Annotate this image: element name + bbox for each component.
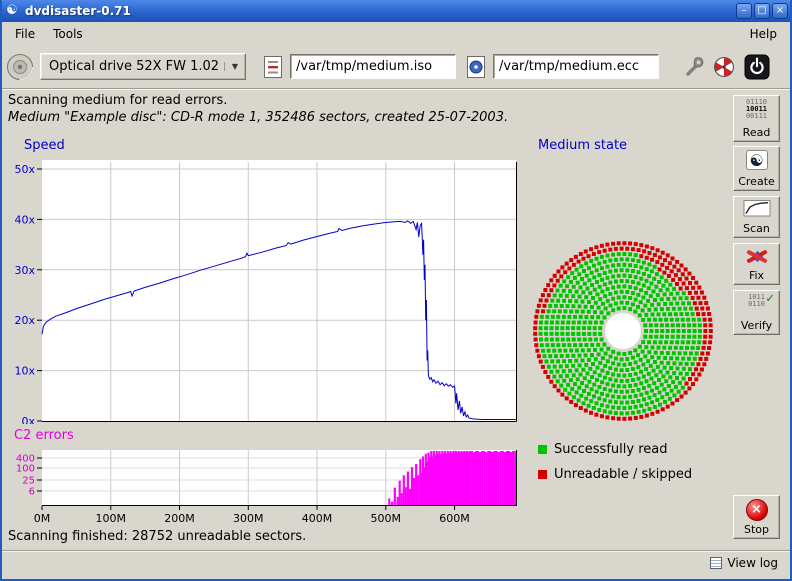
color-wheel-icon[interactable] — [713, 56, 735, 78]
c2-errors-chart: 4001002560M100M200M300M400M500M600M — [0, 444, 530, 528]
svg-text:25: 25 — [22, 476, 35, 487]
svg-text:30x: 30x — [14, 264, 35, 277]
app-window: ☯ dvdisaster-0.71 – □ × File Tools Help … — [0, 0, 792, 581]
legend-unreadable-label: Unreadable / skipped — [554, 467, 692, 482]
binary-read-icon: 01110 10011 00111 — [746, 99, 767, 120]
legend-successful: Successfully read — [538, 442, 667, 457]
maximize-button[interactable]: □ — [754, 3, 770, 19]
drive-icon-button[interactable] — [6, 53, 34, 81]
scan-button[interactable]: Scan — [733, 196, 780, 238]
svg-text:0M: 0M — [34, 512, 51, 525]
verify-button-label: Verify — [741, 320, 772, 332]
create-button-label: Create — [738, 176, 775, 188]
drive-select-value: Optical drive 52X FW 1.02 — [49, 59, 224, 74]
fix-tools-icon — [744, 247, 770, 266]
green-swatch-icon — [538, 445, 547, 454]
ecc-file-icon — [465, 55, 487, 79]
toolbar-separator — [0, 88, 792, 90]
legend-successful-label: Successfully read — [554, 442, 667, 457]
statusbar-separator — [0, 550, 792, 552]
app-yinyang-icon: ☯ — [4, 3, 20, 19]
svg-text:400M: 400M — [302, 512, 333, 525]
read-button[interactable]: 01110 10011 00111 Read — [733, 95, 780, 142]
svg-text:6: 6 — [29, 487, 35, 498]
red-swatch-icon — [538, 470, 547, 479]
stop-button[interactable]: × Stop — [733, 495, 780, 539]
svg-text:40x: 40x — [14, 213, 35, 226]
scan-result-text: Scanning finished: 28752 unreadable sect… — [8, 529, 306, 544]
svg-text:100: 100 — [16, 464, 35, 475]
view-log-button[interactable]: View log — [710, 556, 778, 570]
yin-yang-icon: ☯ — [746, 150, 768, 170]
view-log-label: View log — [727, 556, 778, 570]
fix-button-label: Fix — [749, 270, 764, 282]
svg-text:600M: 600M — [439, 512, 470, 525]
log-window-icon — [710, 557, 722, 569]
legend-unreadable: Unreadable / skipped — [538, 467, 692, 482]
scan-button-label: Scan — [743, 223, 770, 235]
image-file-icon — [262, 55, 284, 79]
stop-x-icon: × — [746, 499, 768, 521]
speed-chart-title: Speed — [24, 138, 65, 153]
medium-state-title: Medium state — [538, 138, 627, 153]
c2-errors-chart-title: C2 errors — [14, 428, 74, 443]
menu-tools[interactable]: Tools — [44, 24, 92, 44]
status-line-action: Scanning medium for read errors. — [8, 93, 227, 108]
check-icon: ✓ — [766, 295, 774, 302]
svg-text:200M: 200M — [164, 512, 195, 525]
svg-text:20x: 20x — [14, 314, 35, 327]
create-button[interactable]: ☯ Create — [733, 146, 780, 191]
verify-button[interactable]: 1011 0110 ✓ Verify — [733, 290, 780, 335]
window-title: dvdisaster-0.71 — [25, 4, 734, 18]
chevron-down-icon: ▼ — [224, 62, 242, 71]
svg-text:300M: 300M — [233, 512, 264, 525]
svg-text:100M: 100M — [96, 512, 127, 525]
preferences-wrench-icon[interactable] — [684, 56, 706, 78]
status-line-medium: Medium "Example disc": CD-R mode 1, 3524… — [8, 110, 508, 125]
speed-chart: 0x 10x 20x 30x 40x 50x — [0, 158, 530, 424]
titlebar[interactable]: ☯ dvdisaster-0.71 – □ × — [0, 0, 792, 22]
fix-button[interactable]: Fix — [733, 243, 780, 285]
stop-button-label: Stop — [744, 524, 769, 536]
svg-text:500M: 500M — [371, 512, 402, 525]
iso-path-input[interactable] — [290, 54, 456, 79]
svg-text:10x: 10x — [14, 365, 35, 378]
menubar: File Tools Help — [0, 22, 792, 45]
scan-curve-icon — [743, 200, 771, 217]
drive-select-combobox[interactable]: Optical drive 52X FW 1.02 ▼ — [40, 53, 246, 80]
menu-help[interactable]: Help — [741, 24, 786, 44]
svg-text:0x: 0x — [21, 415, 35, 424]
minimize-button[interactable]: – — [736, 3, 752, 19]
read-button-label: Read — [743, 127, 771, 139]
menu-file[interactable]: File — [6, 24, 44, 44]
power-quit-button[interactable] — [744, 54, 770, 80]
binary-check-icon: 1011 0110 ✓ — [748, 294, 765, 308]
close-button[interactable]: × — [772, 3, 788, 19]
svg-text:50x: 50x — [14, 163, 35, 176]
ecc-path-input[interactable] — [493, 54, 659, 79]
medium-state-disc — [528, 236, 718, 426]
toolbar: Optical drive 52X FW 1.02 ▼ — [0, 45, 792, 88]
